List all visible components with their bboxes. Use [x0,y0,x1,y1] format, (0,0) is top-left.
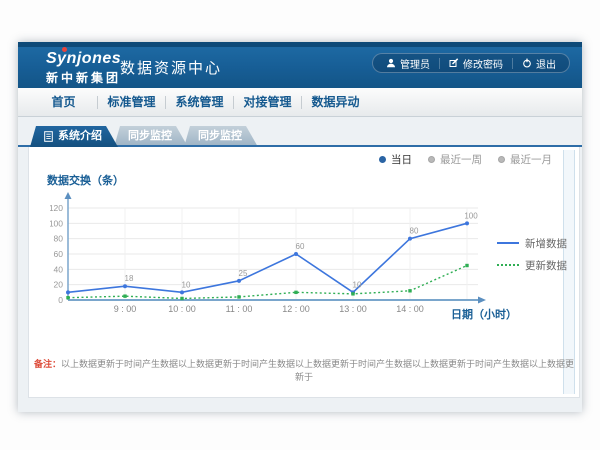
filter-option-1[interactable]: 最近一周 [428,152,482,167]
svg-text:40: 40 [54,264,64,274]
power-icon [522,58,532,68]
svg-text:100: 100 [50,218,63,228]
x-tick-labels: 9 : 00 10 : 00 11 : 00 12 : 00 13 : 00 14 : 0… [114,304,424,314]
svg-text:25: 25 [239,269,248,278]
svg-text:10: 10 [353,280,362,289]
svg-text:10 : 00: 10 : 00 [168,304,196,314]
svg-text:60: 60 [296,242,305,251]
svg-text:11 : 00: 11 : 00 [226,304,253,314]
tab-label: 同步监控 [198,126,242,147]
tab-label: 系统介绍 [58,126,102,147]
legend-label: 新增数据 [525,236,567,251]
brand-logo: Synjones 新中新集团 [46,50,121,86]
svg-text:100: 100 [464,211,478,220]
tab-label: 同步监控 [128,126,172,147]
chart-legend: 新增数据更新数据 [497,232,567,276]
filter-option-2[interactable]: 最近一月 [498,152,552,167]
svg-text:80: 80 [410,227,419,236]
svg-text:80: 80 [54,234,64,244]
footnote-text: 以上数据更新于时间产生数据以上数据更新于时间产生数据以上数据更新于时间产生数据以… [61,359,574,382]
filter-label: 当日 [391,152,412,167]
svg-text:120: 120 [50,203,63,213]
tab-1[interactable]: 同步监控 [114,126,188,147]
chart-area: 0 20 40 60 80 100 120 9 : 00 10 : 00 11 : 00 12 : … [50,192,495,315]
y-tick-labels: 0 20 40 60 80 100 120 [50,203,63,305]
svg-text:12 : 00: 12 : 00 [282,304,310,314]
radio-icon [379,156,386,163]
logo-wordmark: Synjones [46,50,121,68]
legend-item-0[interactable]: 新增数据 [497,232,567,254]
nav-item-1[interactable]: 标准管理 [98,88,165,116]
user-button[interactable]: 管理员 [377,54,439,72]
radio-icon [428,156,435,163]
nav-item-0[interactable]: 首页 [30,88,97,116]
legend-swatch [497,242,519,244]
svg-text:9 : 00: 9 : 00 [114,304,137,314]
legend-item-1[interactable]: 更新数据 [497,254,567,276]
app-header: Synjones 新中新集团 数据资源中心 管理员 [18,42,582,88]
person-icon [386,58,396,68]
header-top-strip [18,42,582,47]
page-title: 数据资源中心 [120,57,222,78]
tab-2[interactable]: 同步监控 [184,126,258,147]
main-nav: 首页标准管理系统管理对接管理数据异动 [18,88,582,117]
nav-item-2[interactable]: 系统管理 [166,88,233,116]
time-filter: 当日 最近一周 最近一月 [379,152,552,167]
svg-text:13 : 00: 13 : 00 [339,304,367,314]
chart-x-axis-title: 日期（小时） [451,306,517,322]
logo-subtitle: 新中新集团 [46,69,121,86]
line-chart: 0 20 40 60 80 100 120 9 : 00 10 : 00 11 : 00 12 : … [50,192,495,315]
logo-red-dot-icon [62,47,67,52]
svg-text:10: 10 [182,280,191,289]
filter-option-0[interactable]: 当日 [379,152,412,167]
desktop-background: Synjones 新中新集团 数据资源中心 管理员 [0,0,600,450]
tab-bar: 系统介绍 同步监控 同步监控 [30,126,254,147]
nav-item-4[interactable]: 数据异动 [302,88,369,116]
legend-label: 更新数据 [525,258,567,273]
logout-button[interactable]: 退出 [513,54,565,72]
svg-text:14 : 00: 14 : 00 [396,304,424,314]
user-menu: 管理员 修改密码 退出 [372,53,570,73]
chart-y-axis-title: 数据交换（条） [47,172,124,188]
svg-text:18: 18 [125,274,134,283]
browser-page: Synjones 新中新集团 数据资源中心 管理员 [18,42,582,412]
svg-text:60: 60 [54,249,64,259]
nav-item-3[interactable]: 对接管理 [234,88,301,116]
svg-text:20: 20 [54,280,64,290]
svg-text:0: 0 [58,295,63,305]
footnote-prefix: 备注： [34,359,61,369]
legend-swatch [497,264,519,266]
tab-0[interactable]: 系统介绍 [30,126,118,147]
radio-icon [498,156,505,163]
edit-icon [449,58,459,68]
footnote: 备注：以上数据更新于时间产生数据以上数据更新于时间产生数据以上数据更新于时间产生… [32,358,576,384]
document-icon [44,131,53,142]
filter-label: 最近一月 [510,152,552,167]
filter-label: 最近一周 [440,152,482,167]
change-password-button[interactable]: 修改密码 [440,54,512,72]
